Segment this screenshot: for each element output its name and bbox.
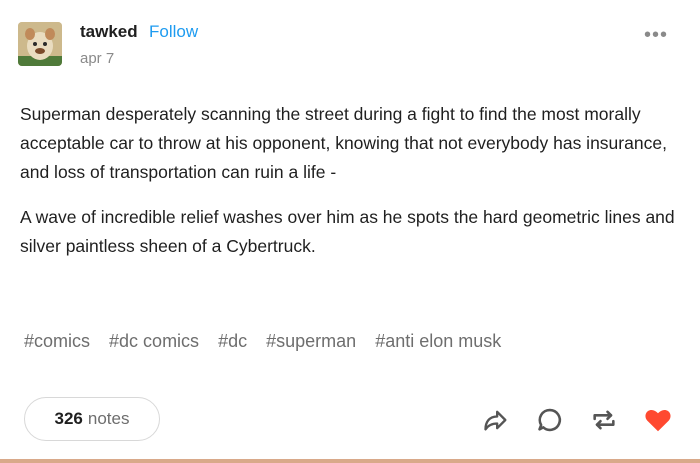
tag-link[interactable]: #dc (218, 331, 247, 351)
post-author[interactable]: tawked (80, 22, 138, 42)
post-body: Superman desperately scanning the street… (20, 100, 685, 277)
notes-label: notes (87, 409, 130, 428)
tag-link[interactable]: #anti elon musk (375, 331, 501, 351)
follow-button[interactable]: Follow (149, 22, 198, 42)
notes-count: 326 (54, 409, 83, 428)
more-options-icon[interactable]: ••• (644, 25, 668, 45)
notes-button[interactable]: 326 notes (24, 397, 160, 441)
tag-link[interactable]: #dc comics (109, 331, 199, 351)
tag-link[interactable]: #comics (24, 331, 90, 351)
post-card: tawked Follow apr 7 ••• Superman despera… (0, 0, 700, 463)
share-icon[interactable] (480, 404, 512, 436)
heart-icon[interactable] (642, 404, 674, 436)
post-paragraph: Superman desperately scanning the street… (20, 104, 667, 182)
post-date[interactable]: apr 7 (80, 50, 114, 67)
tag-list: #comics #dc comics #dc #superman #anti e… (24, 331, 515, 352)
reblog-icon[interactable] (588, 404, 620, 436)
reply-icon[interactable] (534, 404, 566, 436)
tag-link[interactable]: #superman (266, 331, 356, 351)
post-paragraph: A wave of incredible relief washes over … (20, 207, 675, 256)
post-actions (480, 404, 674, 436)
avatar[interactable] (18, 22, 62, 66)
